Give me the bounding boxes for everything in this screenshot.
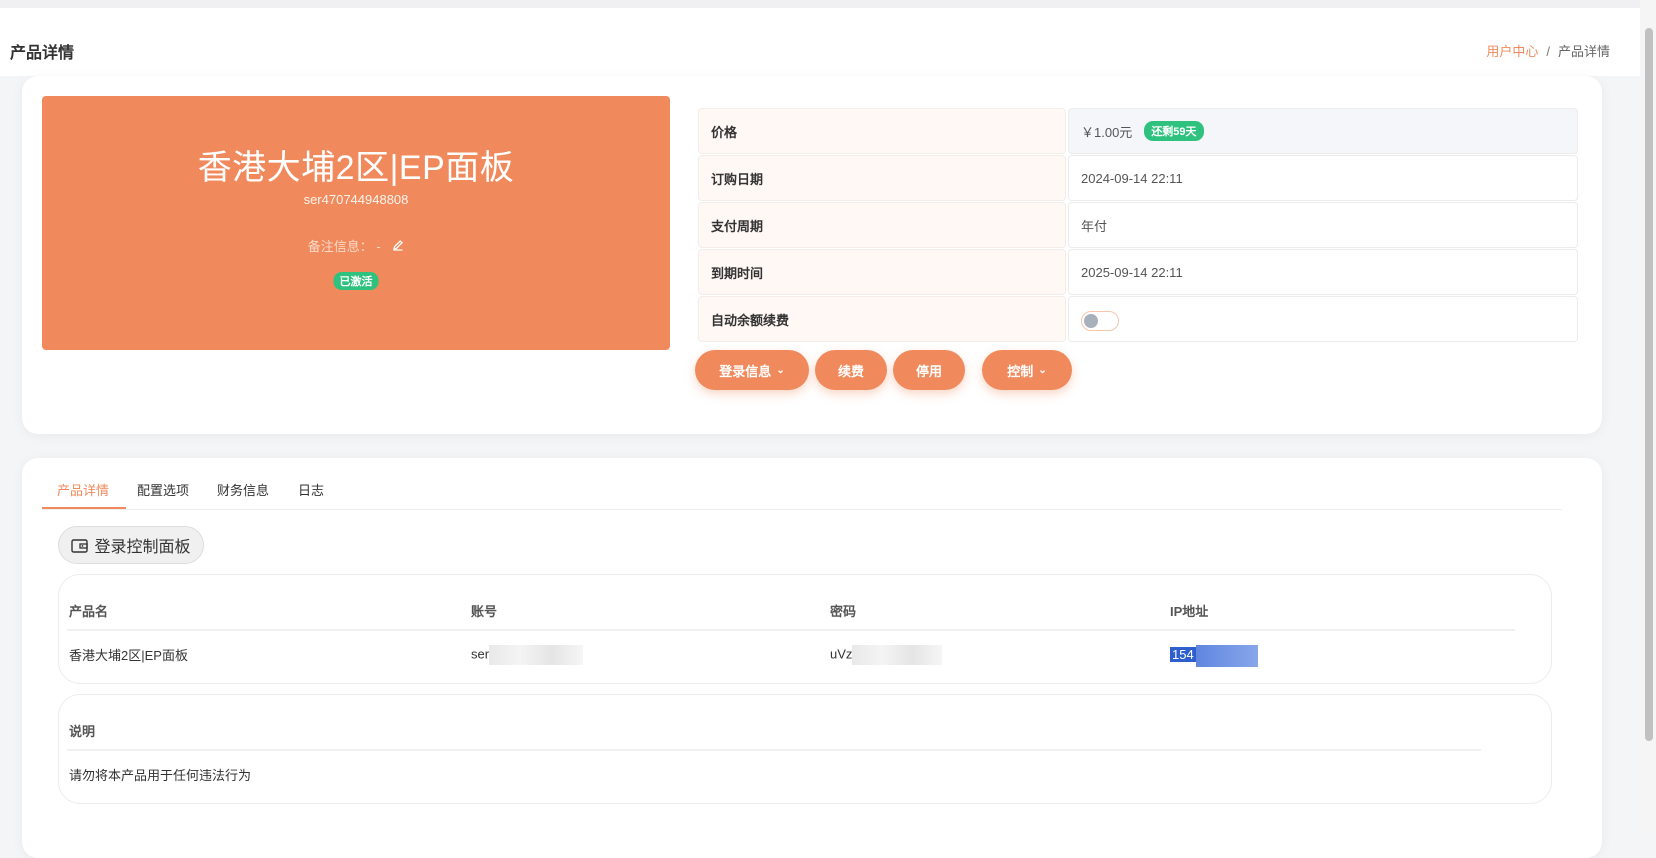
login-info-button[interactable]: 登录信息 ⌄ [695,350,809,390]
disable-button[interactable]: 停用 [893,350,965,390]
control-button[interactable]: 控制 ⌄ [982,350,1072,390]
pay-cycle-row: 支付周期 年付 [698,202,1578,248]
active-tab-indicator [42,507,126,509]
account-value: ser [471,646,490,662]
tab-logs[interactable]: 日志 [298,480,324,499]
tab-product-details[interactable]: 产品详情 [57,480,109,499]
product-detail-card: 产品详情 配置选项 财务信息 日志 登录控制面板 产品名 账号 密码 IP地址 … [22,458,1602,858]
column-header-ip: IP地址 [1170,604,1209,619]
chevron-down-icon: ⌄ [776,364,785,376]
renew-button[interactable]: 续费 [815,350,887,390]
login-control-panel-label: 登录控制面板 [94,539,191,556]
product-summary-card: 香港大埔2区|EP面板 ser470744948808 备注信息： - 已激活 … [22,76,1602,434]
description-title: 说明 [69,724,96,739]
ip-value: 154 [1170,647,1196,663]
password-value: uVz [830,646,853,662]
column-header-product-name: 产品名 [69,604,109,619]
order-date-row: 订购日期 2024-09-14 22:11 [698,155,1578,201]
product-info-table: 价格 ￥1.00元 还剩59天 订购日期 2024-09-14 22:11 支付… [698,108,1578,343]
wallet-icon [71,538,89,553]
order-date-value: 2024-09-14 22:11 [1068,155,1578,201]
price-value: ￥1.00元 [1081,124,1133,140]
cell-password: uVz [830,645,943,665]
column-header-password: 密码 [830,604,857,619]
remark-info: 备注信息： - [42,236,670,255]
tab-finance-info[interactable]: 财务信息 [217,480,269,499]
auto-renew-row: 自动余额续费 [698,296,1578,342]
breadcrumb-separator: / [1546,44,1550,59]
password-redacted [852,645,943,665]
edit-remark-icon[interactable] [392,239,404,254]
breadcrumb: 用户中心 / 产品详情 [1486,41,1610,60]
auto-renew-toggle[interactable] [1081,311,1119,331]
toggle-knob [1084,314,1098,328]
pay-cycle-label: 支付周期 [698,202,1066,248]
tab-config-options[interactable]: 配置选项 [137,480,189,499]
cell-product-name: 香港大埔2区|EP面板 [69,648,188,663]
login-control-panel-button[interactable]: 登录控制面板 [58,526,204,564]
auto-renew-label: 自动余额续费 [698,296,1066,342]
product-id: ser470744948808 [303,192,409,207]
expire-value: 2025-09-14 22:11 [1068,249,1578,295]
login-info-label: 登录信息 [719,363,772,379]
product-hero: 香港大埔2区|EP面板 ser470744948808 备注信息： - 已激活 [42,96,670,350]
auto-renew-cell [1068,296,1578,342]
table-header-divider [67,629,1515,631]
description-text: 请勿将本产品用于任何违法行为 [69,768,252,783]
chevron-down-icon: ⌄ [1038,364,1047,376]
tab-bar: 产品详情 配置选项 财务信息 日志 [42,458,1562,510]
remaining-days-badge: 还剩59天 [1144,121,1204,141]
status-badge: 已激活 [333,272,379,290]
page-title: 产品详情 [10,45,75,62]
scrollbar-thumb[interactable] [1645,28,1653,741]
breadcrumb-home-link[interactable]: 用户中心 [1486,44,1538,59]
price-row: 价格 ￥1.00元 还剩59天 [698,108,1578,154]
description-divider [67,749,1481,751]
pay-cycle-value: 年付 [1068,202,1578,248]
control-label: 控制 [1007,363,1034,379]
price-label: 价格 [698,108,1066,154]
product-name: 香港大埔2区|EP面板 [197,149,515,187]
description-box: 说明 请勿将本产品用于任何违法行为 [58,694,1552,804]
top-strip [0,0,1640,8]
expire-label: 到期时间 [698,249,1066,295]
product-detail-table: 产品名 账号 密码 IP地址 香港大埔2区|EP面板 ser uVz 154 [58,574,1552,684]
ip-redacted [1195,645,1258,667]
page-header: 产品详情 用户中心 / 产品详情 [0,8,1640,76]
price-value-cell: ￥1.00元 还剩59天 [1068,108,1578,154]
scrollbar-track[interactable] [1642,0,1656,834]
order-date-label: 订购日期 [698,155,1066,201]
remark-value: - [376,239,381,254]
expire-row: 到期时间 2025-09-14 22:11 [698,249,1578,295]
remark-label: 备注信息： [307,239,373,254]
column-header-account: 账号 [471,604,498,619]
cell-ip: 154 [1170,645,1258,667]
breadcrumb-current: 产品详情 [1557,44,1610,59]
account-redacted [489,645,584,665]
cell-account: ser [471,645,584,665]
